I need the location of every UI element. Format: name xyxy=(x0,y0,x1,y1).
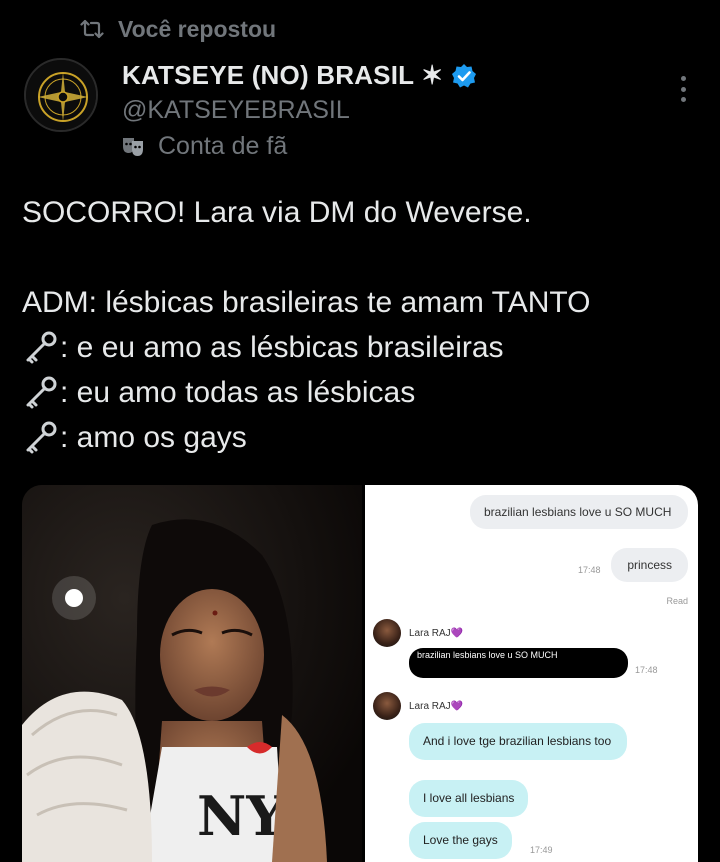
repost-indicator: Você repostou xyxy=(80,14,276,44)
verified-badge-icon xyxy=(452,63,477,87)
post-line: ADM: lésbicas brasileiras te amam TANTO xyxy=(22,286,591,319)
repost-label: Você repostou xyxy=(118,15,277,42)
read-receipt: Read xyxy=(666,596,688,606)
post-line: SOCORRO! Lara via DM do Weverse. xyxy=(22,196,532,229)
sender-avatar xyxy=(373,692,401,720)
incoming-message: Love the gays xyxy=(409,822,512,859)
post-text: SOCORRO! Lara via DM do Weverse. ADM: lé… xyxy=(22,190,702,460)
message-sender: Lara RAJ💜 xyxy=(373,692,463,720)
media-photo[interactable]: NY xyxy=(22,485,362,862)
post-line: : eu amo todas as lésbicas xyxy=(22,370,702,415)
old-key-emoji xyxy=(26,421,57,453)
post-line: : amo os gays xyxy=(22,415,702,460)
message-time: 17:49 xyxy=(530,845,553,855)
svg-text:NY: NY xyxy=(197,784,286,848)
outgoing-message: brazilian lesbians love u SO MUCH xyxy=(470,495,688,529)
reply-message: brazilian lesbians love u SO MUCH xyxy=(409,648,628,678)
avatar[interactable] xyxy=(24,58,98,132)
message-sender: Lara RAJ💜 xyxy=(373,619,463,647)
incoming-message: I love all lesbians xyxy=(409,780,529,817)
post-media: NY brazilian lesbians love u SO MUCH 17:… xyxy=(22,485,698,862)
author-display-name[interactable]: KATSEYE (NO) BRASIL ✶ xyxy=(122,60,443,91)
author-handle[interactable]: @KATSEYEBRASIL xyxy=(122,96,350,125)
outgoing-message: princess xyxy=(611,548,688,582)
post-line-blank xyxy=(22,235,702,280)
message-time: 17:48 xyxy=(578,565,601,575)
post-line: : e eu amo as lésbicas brasileiras xyxy=(22,325,702,370)
portrait-photo-illustration: NY xyxy=(22,485,362,862)
theater-masks-icon xyxy=(123,137,143,156)
message-time: 17:48 xyxy=(635,665,658,675)
avatar-logo-icon xyxy=(26,60,96,130)
dm-screenshot[interactable]: brazilian lesbians love u SO MUCH 17:48 … xyxy=(365,485,698,862)
old-key-emoji xyxy=(26,331,57,363)
incoming-message: And i love tge brazilian lesbians too xyxy=(409,723,627,760)
old-key-emoji xyxy=(26,376,57,408)
sender-avatar xyxy=(373,619,401,647)
repost-icon xyxy=(80,19,104,39)
fan-account-label: Conta de fã xyxy=(120,132,287,161)
author-name-row[interactable]: KATSEYE (NO) BRASIL ✶ xyxy=(122,60,477,91)
more-options-icon[interactable] xyxy=(678,76,688,102)
